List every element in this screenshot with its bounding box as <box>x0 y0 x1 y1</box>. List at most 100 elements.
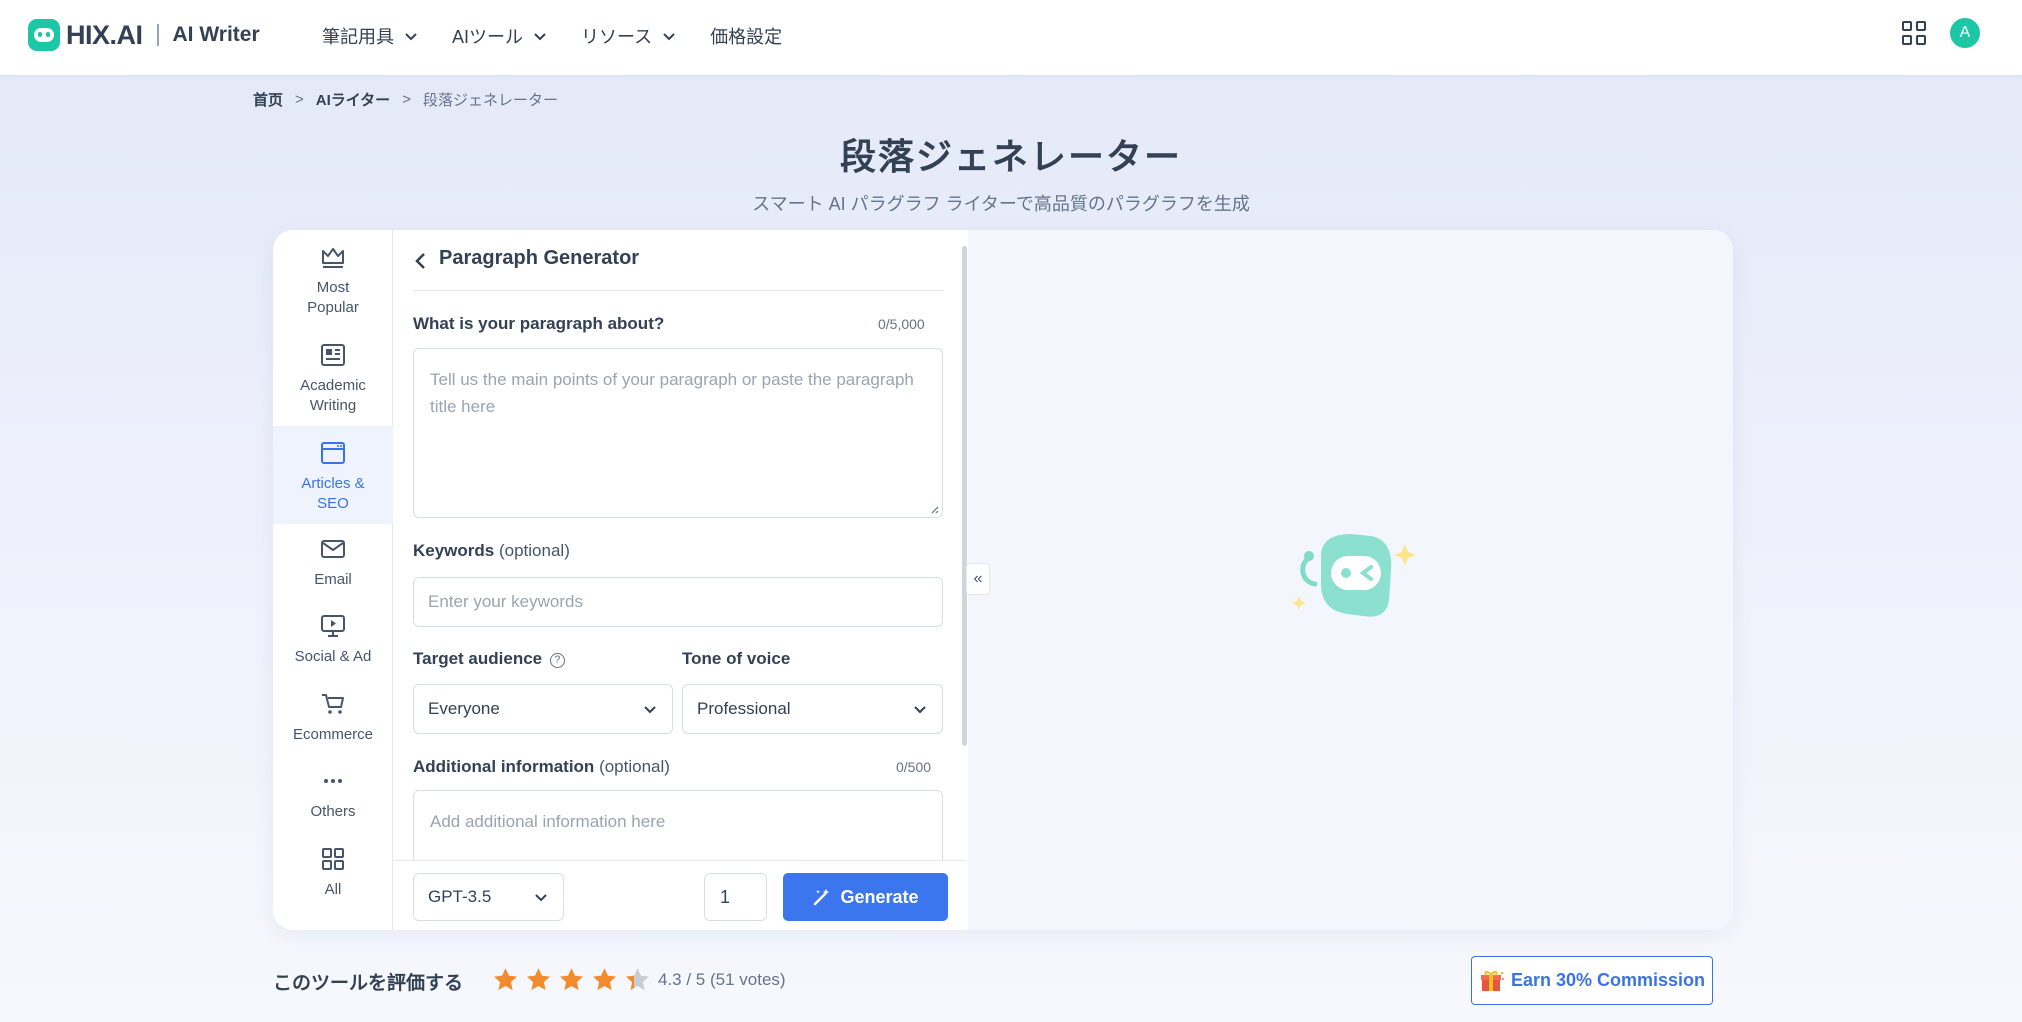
audience-select[interactable]: Everyone <box>413 684 673 734</box>
breadcrumb-home[interactable]: 首页 <box>253 89 283 110</box>
tone-select[interactable]: Professional <box>682 684 943 734</box>
audience-value: Everyone <box>428 699 500 718</box>
sidebar-item-articles-seo[interactable]: Articles & SEO <box>273 426 393 524</box>
avatar[interactable]: A <box>1950 18 1980 48</box>
breadcrumb-separator: > <box>402 91 411 108</box>
additional-counter: 0/500 <box>896 759 932 775</box>
model-select[interactable]: GPT-3.5 <box>413 873 564 921</box>
tone-value: Professional <box>697 699 791 718</box>
topic-label: What is your paragraph about? <box>413 314 665 333</box>
nav-label: 価格設定 <box>710 27 783 47</box>
output-count-input[interactable]: 1 <box>704 873 767 921</box>
apps-grid-icon[interactable] <box>1902 21 1926 45</box>
robot-mascot-icon <box>1292 534 1416 617</box>
nav-label: 筆記用具 <box>322 27 394 47</box>
nav-ai-tools[interactable]: AIツール <box>452 22 547 50</box>
crown-icon <box>322 248 344 268</box>
form-title: Paragraph Generator <box>439 247 640 269</box>
breadcrumb-separator: > <box>295 91 304 108</box>
nav-resources[interactable]: リソース <box>581 22 676 50</box>
presentation-icon <box>321 615 345 637</box>
sidebar-item-label: Social & Ad <box>294 648 372 665</box>
keywords-optional: (optional) <box>498 541 570 560</box>
product-name: AI Writer <box>172 23 260 46</box>
nav-writing-tools[interactable]: 筆記用具 <box>322 22 418 50</box>
ellipsis-icon <box>324 779 342 783</box>
gift-icon <box>1480 970 1504 991</box>
star-half-icon[interactable] <box>624 966 651 993</box>
form-header: Paragraph Generator <box>413 247 943 291</box>
sidebar-item-all[interactable]: All <box>273 846 393 916</box>
star-icon[interactable] <box>558 966 585 993</box>
sidebar-item-label: Most Popular <box>307 279 359 316</box>
nav-label: AIツール <box>452 27 524 47</box>
sidebar-item-label: Academic Writing <box>300 377 366 414</box>
main-nav: 筆記用具 AIツール リソース 価格設定 <box>322 22 816 50</box>
chevron-down-icon <box>534 33 546 41</box>
rating-summary: 4.3 / 5 (51 votes) <box>658 970 786 989</box>
audience-label: Target audience ? <box>413 649 565 669</box>
sidebar-item-most-popular[interactable]: Most Popular <box>273 244 393 324</box>
chevron-left-icon[interactable] <box>413 250 429 272</box>
chevron-down-icon <box>914 706 926 714</box>
chevron-down-icon <box>663 33 675 41</box>
commission-label: Earn 30% Commission <box>1510 970 1706 990</box>
page-subtitle: スマート AI パラグラフ ライターで高品質のパラグラフを生成 <box>752 194 1250 214</box>
keywords-placeholder: Enter your keywords <box>428 592 583 611</box>
sidebar-item-email[interactable]: Email <box>273 536 393 606</box>
breadcrumb-ai-writer[interactable]: AIライター <box>316 89 390 110</box>
sidebar-item-label: Others <box>310 803 356 820</box>
keywords-label: Keywords (optional) <box>413 541 570 561</box>
chevron-down-icon <box>644 706 656 714</box>
sidebar-item-ecommerce[interactable]: Ecommerce <box>273 691 393 761</box>
generator-form: Paragraph Generator What is your paragra… <box>393 230 966 930</box>
category-sidebar: Most Popular Academic Writing Articles &… <box>273 230 393 930</box>
earn-commission-button[interactable]: Earn 30% Commission <box>1471 956 1713 1005</box>
tone-label: Tone of voice <box>682 649 791 668</box>
audience-label-text: Target audience <box>413 649 543 668</box>
nav-label: リソース <box>581 27 653 47</box>
keywords-input[interactable]: Enter your keywords <box>413 577 943 627</box>
logo-divider <box>156 24 159 46</box>
model-value: GPT-3.5 <box>428 887 492 906</box>
topic-textarea[interactable]: Tell us the main points of your paragrap… <box>413 348 943 518</box>
star-icon[interactable] <box>591 966 618 993</box>
additional-label-text: Additional information <box>413 757 595 776</box>
sidebar-item-label: All <box>324 881 342 898</box>
star-icon[interactable] <box>492 966 519 993</box>
rate-tool-label: このツールを評価する <box>273 973 464 994</box>
star-icon[interactable] <box>525 966 552 993</box>
sidebar-item-others[interactable]: Others <box>273 768 393 838</box>
generate-label: Generate <box>840 886 919 907</box>
help-icon[interactable]: ? <box>549 653 565 668</box>
nav-pricing[interactable]: 価格設定 <box>710 22 782 50</box>
magic-wand-icon <box>814 889 830 906</box>
page-title: 段落ジェネレーター <box>839 136 1182 177</box>
form-footer: GPT-3.5 1 Generate <box>393 860 966 930</box>
resize-handle-icon[interactable] <box>929 504 939 514</box>
newspaper-icon <box>321 344 345 366</box>
additional-placeholder: Add additional information here <box>430 812 666 831</box>
collapse-panel-button[interactable]: « <box>966 563 990 595</box>
keywords-label-text: Keywords <box>413 541 495 560</box>
hix-logo-icon <box>28 19 60 51</box>
sidebar-item-label: Ecommerce <box>292 726 374 743</box>
browser-window-icon <box>321 442 345 464</box>
logo-text: HIX.AI <box>66 19 143 50</box>
chevron-down-icon <box>535 894 547 902</box>
breadcrumb: 首页 > AIライター > 段落ジェネレーター <box>253 89 558 110</box>
envelope-icon <box>321 540 345 558</box>
chevron-down-icon <box>405 33 417 41</box>
star-rating[interactable] <box>492 966 651 993</box>
top-navbar: HIX.AI AI Writer 筆記用具 AIツール リソース 価格設定 A <box>0 0 2022 75</box>
topic-placeholder: Tell us the main points of your paragrap… <box>430 370 914 416</box>
additional-label: Additional information (optional) <box>413 757 670 777</box>
sidebar-item-social-ad[interactable]: Social & Ad <box>273 613 393 683</box>
breadcrumb-current: 段落ジェネレーター <box>422 92 558 109</box>
tool-card: Most Popular Academic Writing Articles &… <box>273 230 1733 930</box>
form-scrollbar[interactable] <box>962 246 967 746</box>
logo[interactable]: HIX.AI AI Writer <box>28 19 260 51</box>
sidebar-item-academic-writing[interactable]: Academic Writing <box>273 342 393 422</box>
grid-icon <box>322 848 344 870</box>
generate-button[interactable]: Generate <box>783 873 948 921</box>
